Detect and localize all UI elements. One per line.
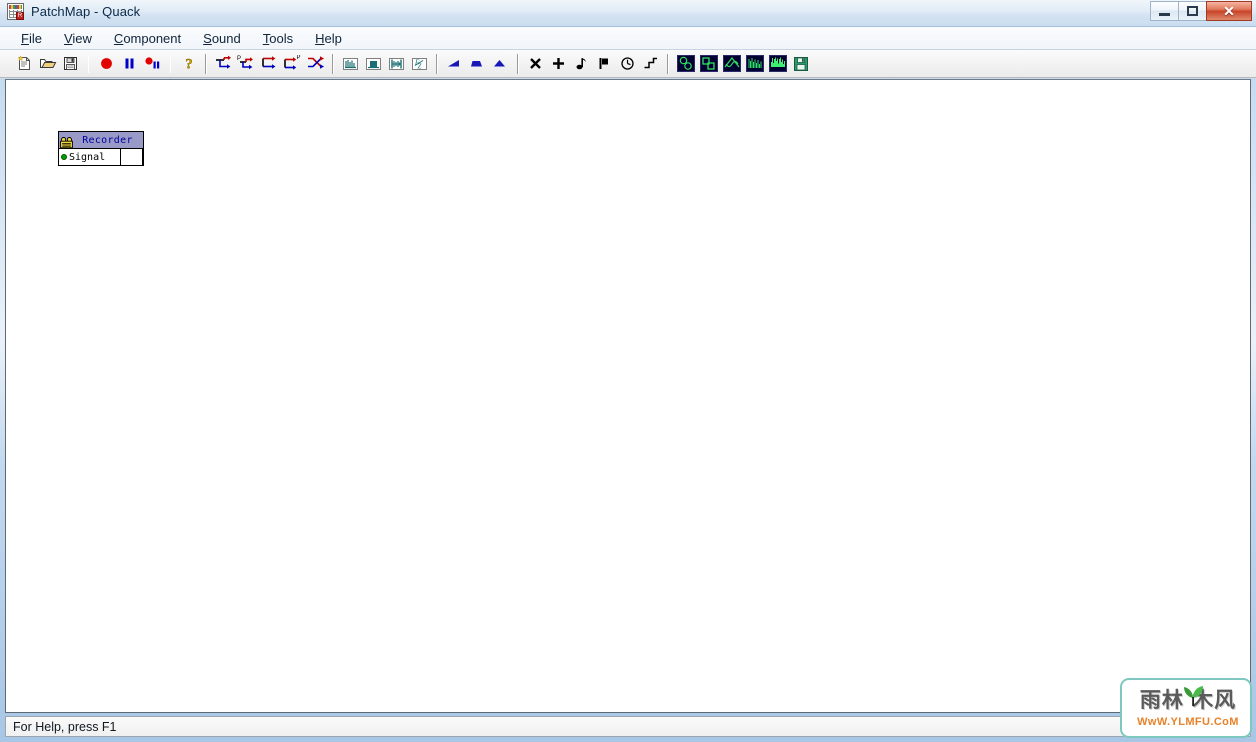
menu-item-sound[interactable]: Sound bbox=[192, 29, 252, 48]
menu-item-view[interactable]: View bbox=[53, 29, 103, 48]
port-signal-label: Signal bbox=[69, 151, 106, 163]
toolbar-separator-3 bbox=[205, 53, 207, 74]
port-signal[interactable]: Signal bbox=[59, 149, 121, 165]
save-green-icon[interactable] bbox=[789, 53, 812, 75]
menu-bar: File View Component Sound Tools Help bbox=[0, 27, 1256, 50]
node-recorder-ports: Signal bbox=[59, 149, 143, 165]
menu-file-accel: F bbox=[21, 30, 29, 46]
toolbar-separator-7 bbox=[667, 53, 669, 74]
maximize-button[interactable] bbox=[1178, 1, 1207, 21]
ramp-up-icon[interactable] bbox=[443, 53, 466, 75]
svg-text:Z: Z bbox=[418, 63, 422, 71]
close-icon: ✕ bbox=[1223, 3, 1235, 19]
bars-scope-icon[interactable] bbox=[743, 53, 766, 75]
clock-icon[interactable] bbox=[616, 53, 639, 75]
menu-item-help[interactable]: Help bbox=[304, 29, 353, 48]
context-help-icon[interactable]: ? bbox=[177, 53, 200, 75]
maximize-icon bbox=[1187, 6, 1198, 16]
menu-component-rest: omponent bbox=[123, 30, 182, 46]
client-area: Recorder Signal bbox=[5, 79, 1251, 713]
save-disk-icon[interactable] bbox=[59, 53, 82, 75]
connect-out-icon[interactable] bbox=[258, 53, 281, 75]
svg-text:?: ? bbox=[185, 57, 193, 73]
menu-view-rest: iew bbox=[72, 30, 92, 46]
title-bar: R PatchMap - Quack ✕ bbox=[0, 0, 1256, 27]
sine-scope-icon[interactable] bbox=[720, 53, 743, 75]
patch-canvas[interactable]: Recorder Signal bbox=[6, 80, 1250, 712]
menu-item-file[interactable]: File bbox=[10, 29, 53, 48]
minimize-icon bbox=[1159, 12, 1170, 16]
minimize-button[interactable] bbox=[1150, 1, 1179, 21]
app-icon-badge: R bbox=[16, 12, 24, 20]
spectrum-bars-icon[interactable] bbox=[339, 53, 362, 75]
toolbar-separator-2 bbox=[170, 54, 171, 73]
cross-connect-icon[interactable] bbox=[304, 53, 327, 75]
node-recorder-title: Recorder bbox=[82, 134, 133, 146]
ramp-trapezoid-icon[interactable] bbox=[466, 53, 489, 75]
open-folder-icon[interactable] bbox=[36, 53, 59, 75]
xy-scope-icon[interactable] bbox=[674, 53, 697, 75]
application-window: R PatchMap - Quack ✕ File View Component… bbox=[0, 0, 1256, 742]
connect-out-param-icon[interactable]: P bbox=[281, 53, 304, 75]
status-bar: For Help, press F1 bbox=[5, 716, 1251, 737]
svg-text:P: P bbox=[297, 55, 301, 61]
port-empty[interactable] bbox=[121, 149, 143, 165]
menu-sound-accel: S bbox=[203, 30, 212, 46]
title-bar-left: R PatchMap - Quack bbox=[7, 3, 140, 20]
menu-component-accel: C bbox=[113, 30, 124, 46]
menu-help-rest: elp bbox=[324, 30, 342, 46]
watermark-url: WwW.YLMFU.CoM bbox=[1137, 716, 1239, 728]
toolbar-separator-1 bbox=[88, 54, 89, 73]
toolbar-separator-6 bbox=[517, 53, 519, 74]
multiply-icon[interactable] bbox=[524, 53, 547, 75]
toolbar-separator-5 bbox=[436, 53, 438, 74]
formula-icon[interactable]: F Z bbox=[408, 53, 431, 75]
step-icon[interactable] bbox=[639, 53, 662, 75]
menu-file-rest: ile bbox=[28, 30, 42, 46]
patchmap-app-icon: R bbox=[7, 3, 24, 20]
node-recorder[interactable]: Recorder Signal bbox=[58, 131, 144, 166]
spectrum-scope-icon[interactable] bbox=[766, 53, 789, 75]
ramp-triangle-icon[interactable] bbox=[489, 53, 512, 75]
menu-item-component[interactable]: Component bbox=[103, 29, 192, 48]
record-icon[interactable] bbox=[95, 53, 118, 75]
node-recorder-header[interactable]: Recorder bbox=[59, 132, 143, 149]
level-meter-icon[interactable] bbox=[362, 53, 385, 75]
watermark-logo: 雨林 木风 WwW.YLMFU.CoM bbox=[1120, 678, 1252, 738]
add-icon[interactable] bbox=[547, 53, 570, 75]
blocks-scope-icon[interactable] bbox=[697, 53, 720, 75]
menu-sound-rest: ound bbox=[211, 30, 241, 46]
port-signal-dot bbox=[61, 154, 67, 160]
connect-in-param-icon[interactable]: P bbox=[235, 53, 258, 75]
waveform-span-icon[interactable] bbox=[385, 53, 408, 75]
close-button[interactable]: ✕ bbox=[1206, 1, 1252, 21]
menu-item-tools[interactable]: Tools bbox=[252, 29, 304, 48]
connect-in-icon[interactable] bbox=[212, 53, 235, 75]
toolbar: ? P P F Z bbox=[0, 50, 1256, 78]
svg-text:P: P bbox=[237, 56, 241, 62]
window-title: PatchMap - Quack bbox=[31, 4, 141, 19]
pause-icon[interactable] bbox=[118, 53, 141, 75]
recorder-icon bbox=[60, 134, 73, 149]
marker-icon[interactable] bbox=[593, 53, 616, 75]
window-controls: ✕ bbox=[1150, 1, 1252, 21]
record-pause-icon[interactable] bbox=[141, 53, 164, 75]
toolbar-separator-4 bbox=[332, 53, 334, 74]
leaf-icon bbox=[1184, 686, 1203, 706]
status-bar-text: For Help, press F1 bbox=[13, 719, 117, 734]
note-icon[interactable] bbox=[570, 53, 593, 75]
menu-tools-rest: ools bbox=[269, 30, 294, 46]
new-document-icon[interactable] bbox=[13, 53, 36, 75]
